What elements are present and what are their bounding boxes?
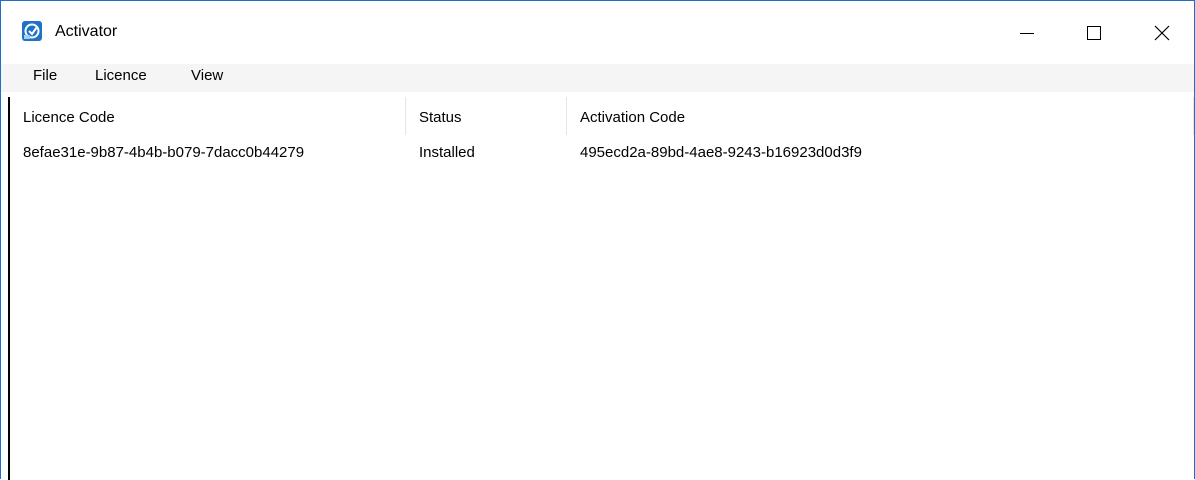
cell-licence-code: 8efae31e-9b87-4b4b-b079-7dacc0b44279 bbox=[23, 144, 305, 161]
close-icon bbox=[1154, 25, 1170, 41]
activator-app-icon bbox=[22, 21, 42, 41]
menu-licence[interactable]: Licence bbox=[95, 67, 147, 84]
menu-view[interactable]: View bbox=[191, 67, 223, 84]
list-header: Licence Code Status Activation Code bbox=[10, 97, 1194, 135]
cell-status: Installed bbox=[419, 144, 475, 161]
title-bar[interactable]: Activator bbox=[1, 1, 1194, 64]
table-row[interactable]: 8efae31e-9b87-4b4b-b079-7dacc0b44279 Ins… bbox=[10, 141, 1194, 165]
column-header-status[interactable]: Status bbox=[406, 97, 567, 135]
licence-list-view[interactable]: Licence Code Status Activation Code 8efa… bbox=[8, 97, 1194, 480]
menu-bar: File Licence View bbox=[1, 64, 1194, 92]
close-button[interactable] bbox=[1139, 1, 1185, 64]
window-title: Activator bbox=[55, 23, 118, 40]
menu-file[interactable]: File bbox=[33, 67, 57, 84]
cell-activation-code: 495ecd2a-89bd-4ae8-9243-b16923d0d3f9 bbox=[580, 144, 862, 161]
column-header-licence-code[interactable]: Licence Code bbox=[10, 97, 406, 135]
minimize-button[interactable] bbox=[1004, 1, 1050, 64]
minimize-icon bbox=[1020, 26, 1034, 40]
activator-window: Activator File Licence View Licence Code… bbox=[0, 0, 1195, 480]
column-header-activation-code[interactable]: Activation Code bbox=[567, 97, 1194, 135]
maximize-icon bbox=[1087, 25, 1101, 40]
maximize-button[interactable] bbox=[1071, 1, 1117, 64]
